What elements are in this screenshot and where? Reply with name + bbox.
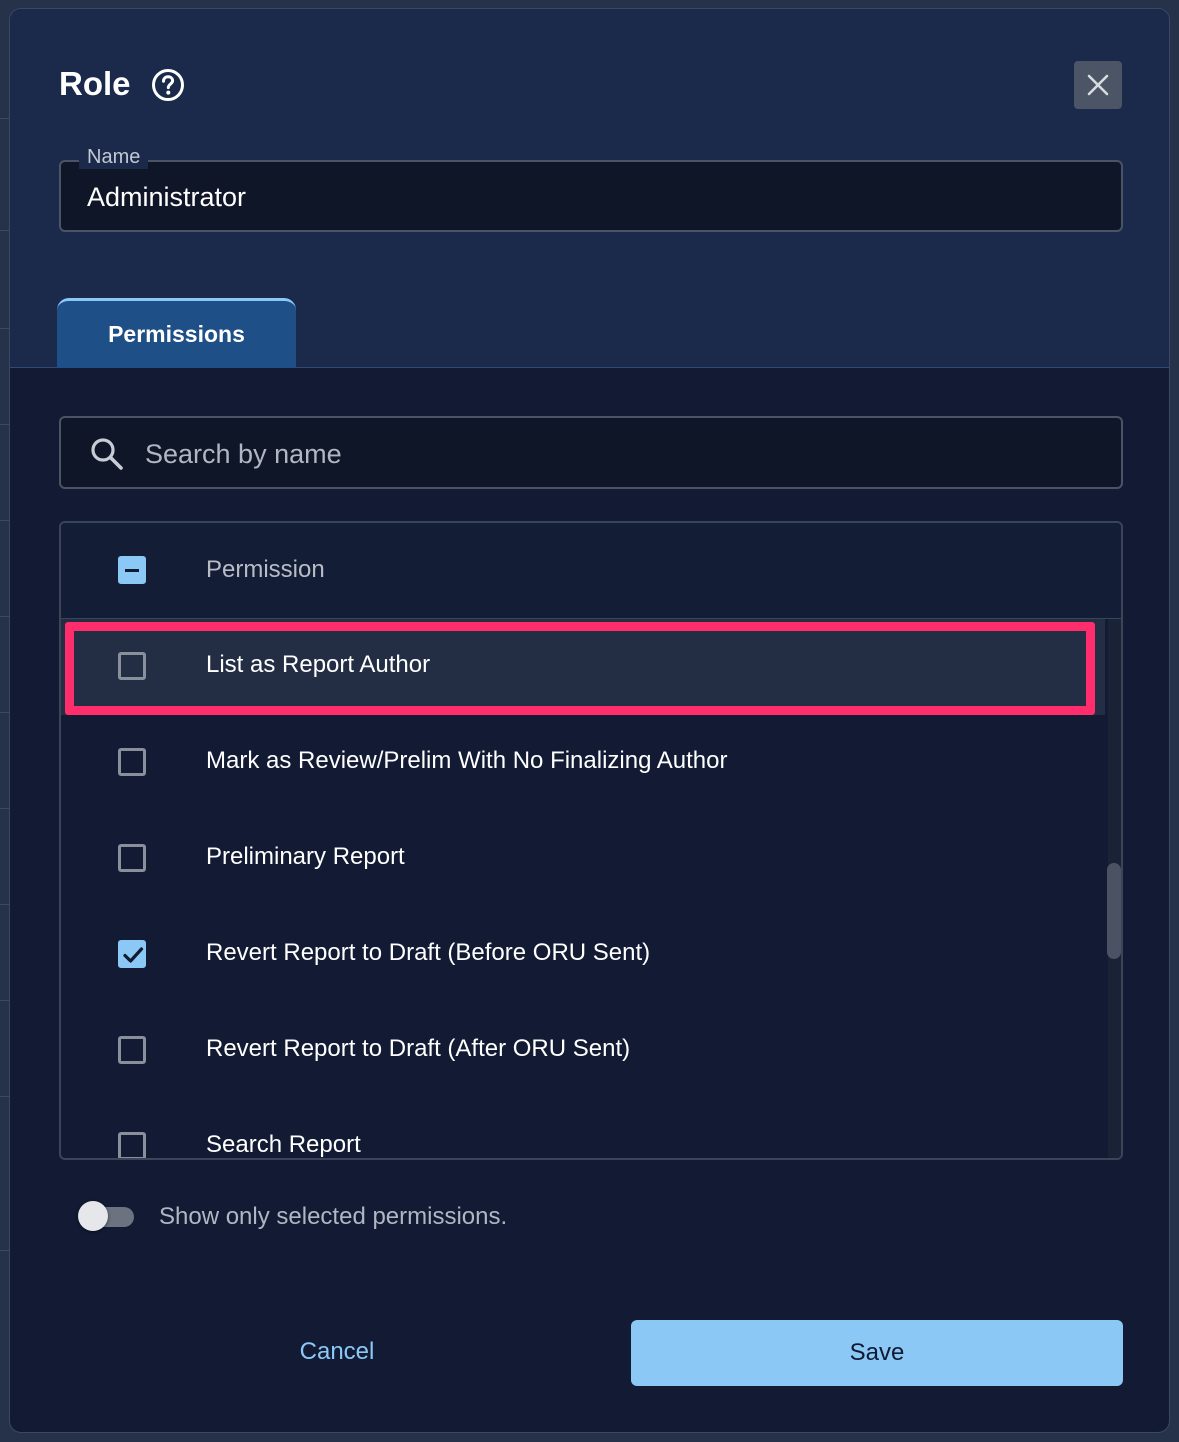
row-label: Mark as Review/Prelim With No Finalizing…	[206, 747, 728, 774]
row-label: Search Report	[206, 1131, 361, 1158]
search-field[interactable]	[59, 416, 1123, 489]
row-checkbox[interactable]	[118, 1036, 146, 1064]
show-selected-label: Show only selected permissions.	[159, 1203, 508, 1230]
scrollbar-thumb[interactable]	[1107, 863, 1121, 959]
table-row[interactable]: Revert Report to Draft (After ORU Sent)	[61, 1003, 1105, 1099]
row-checkbox[interactable]	[118, 748, 146, 776]
row-checkbox[interactable]	[118, 1132, 146, 1158]
table-row[interactable]: Mark as Review/Prelim With No Finalizing…	[61, 715, 1105, 811]
row-label: Revert Report to Draft (After ORU Sent)	[206, 1035, 631, 1062]
name-field[interactable]: Name Administrator	[59, 146, 1123, 232]
cancel-button[interactable]: Cancel	[247, 1327, 427, 1377]
tab-permissions-label: Permissions	[108, 321, 245, 347]
table-row[interactable]: Search Report	[61, 1099, 1105, 1158]
close-button[interactable]	[1074, 61, 1122, 109]
permission-column-header: Permission	[206, 556, 325, 583]
row-checkbox[interactable]	[118, 652, 146, 680]
help-circle-icon[interactable]	[151, 68, 185, 102]
search-input[interactable]	[143, 430, 1087, 478]
select-all-checkbox[interactable]	[118, 556, 146, 584]
toggle-thumb	[78, 1201, 108, 1231]
table-header: Permission	[61, 523, 1121, 619]
close-icon	[1087, 74, 1109, 96]
row-checkbox-checked[interactable]	[118, 940, 146, 968]
dialog-title: Role	[59, 65, 131, 102]
row-label: Revert Report to Draft (Before ORU Sent)	[206, 939, 651, 966]
name-field-label: Name	[79, 146, 149, 169]
row-label: List as Report Author	[206, 651, 431, 678]
row-label: Preliminary Report	[206, 843, 405, 870]
row-checkbox[interactable]	[118, 844, 146, 872]
name-field-value[interactable]: Administrator	[87, 182, 246, 213]
show-selected-toggle[interactable]	[78, 1201, 134, 1231]
permissions-table: Permission List as Report Author Mark as…	[59, 521, 1123, 1160]
checkmark-icon	[123, 947, 144, 963]
tab-permissions[interactable]: Permissions	[57, 298, 296, 368]
save-button[interactable]: Save	[631, 1320, 1123, 1386]
table-row[interactable]: List as Report Author	[61, 619, 1105, 715]
search-icon	[91, 438, 123, 470]
table-row[interactable]: Revert Report to Draft (Before ORU Sent)	[61, 907, 1105, 1003]
role-dialog: Role Name Administrator Permissions Perm…	[9, 8, 1170, 1433]
table-row[interactable]: Preliminary Report	[61, 811, 1105, 907]
